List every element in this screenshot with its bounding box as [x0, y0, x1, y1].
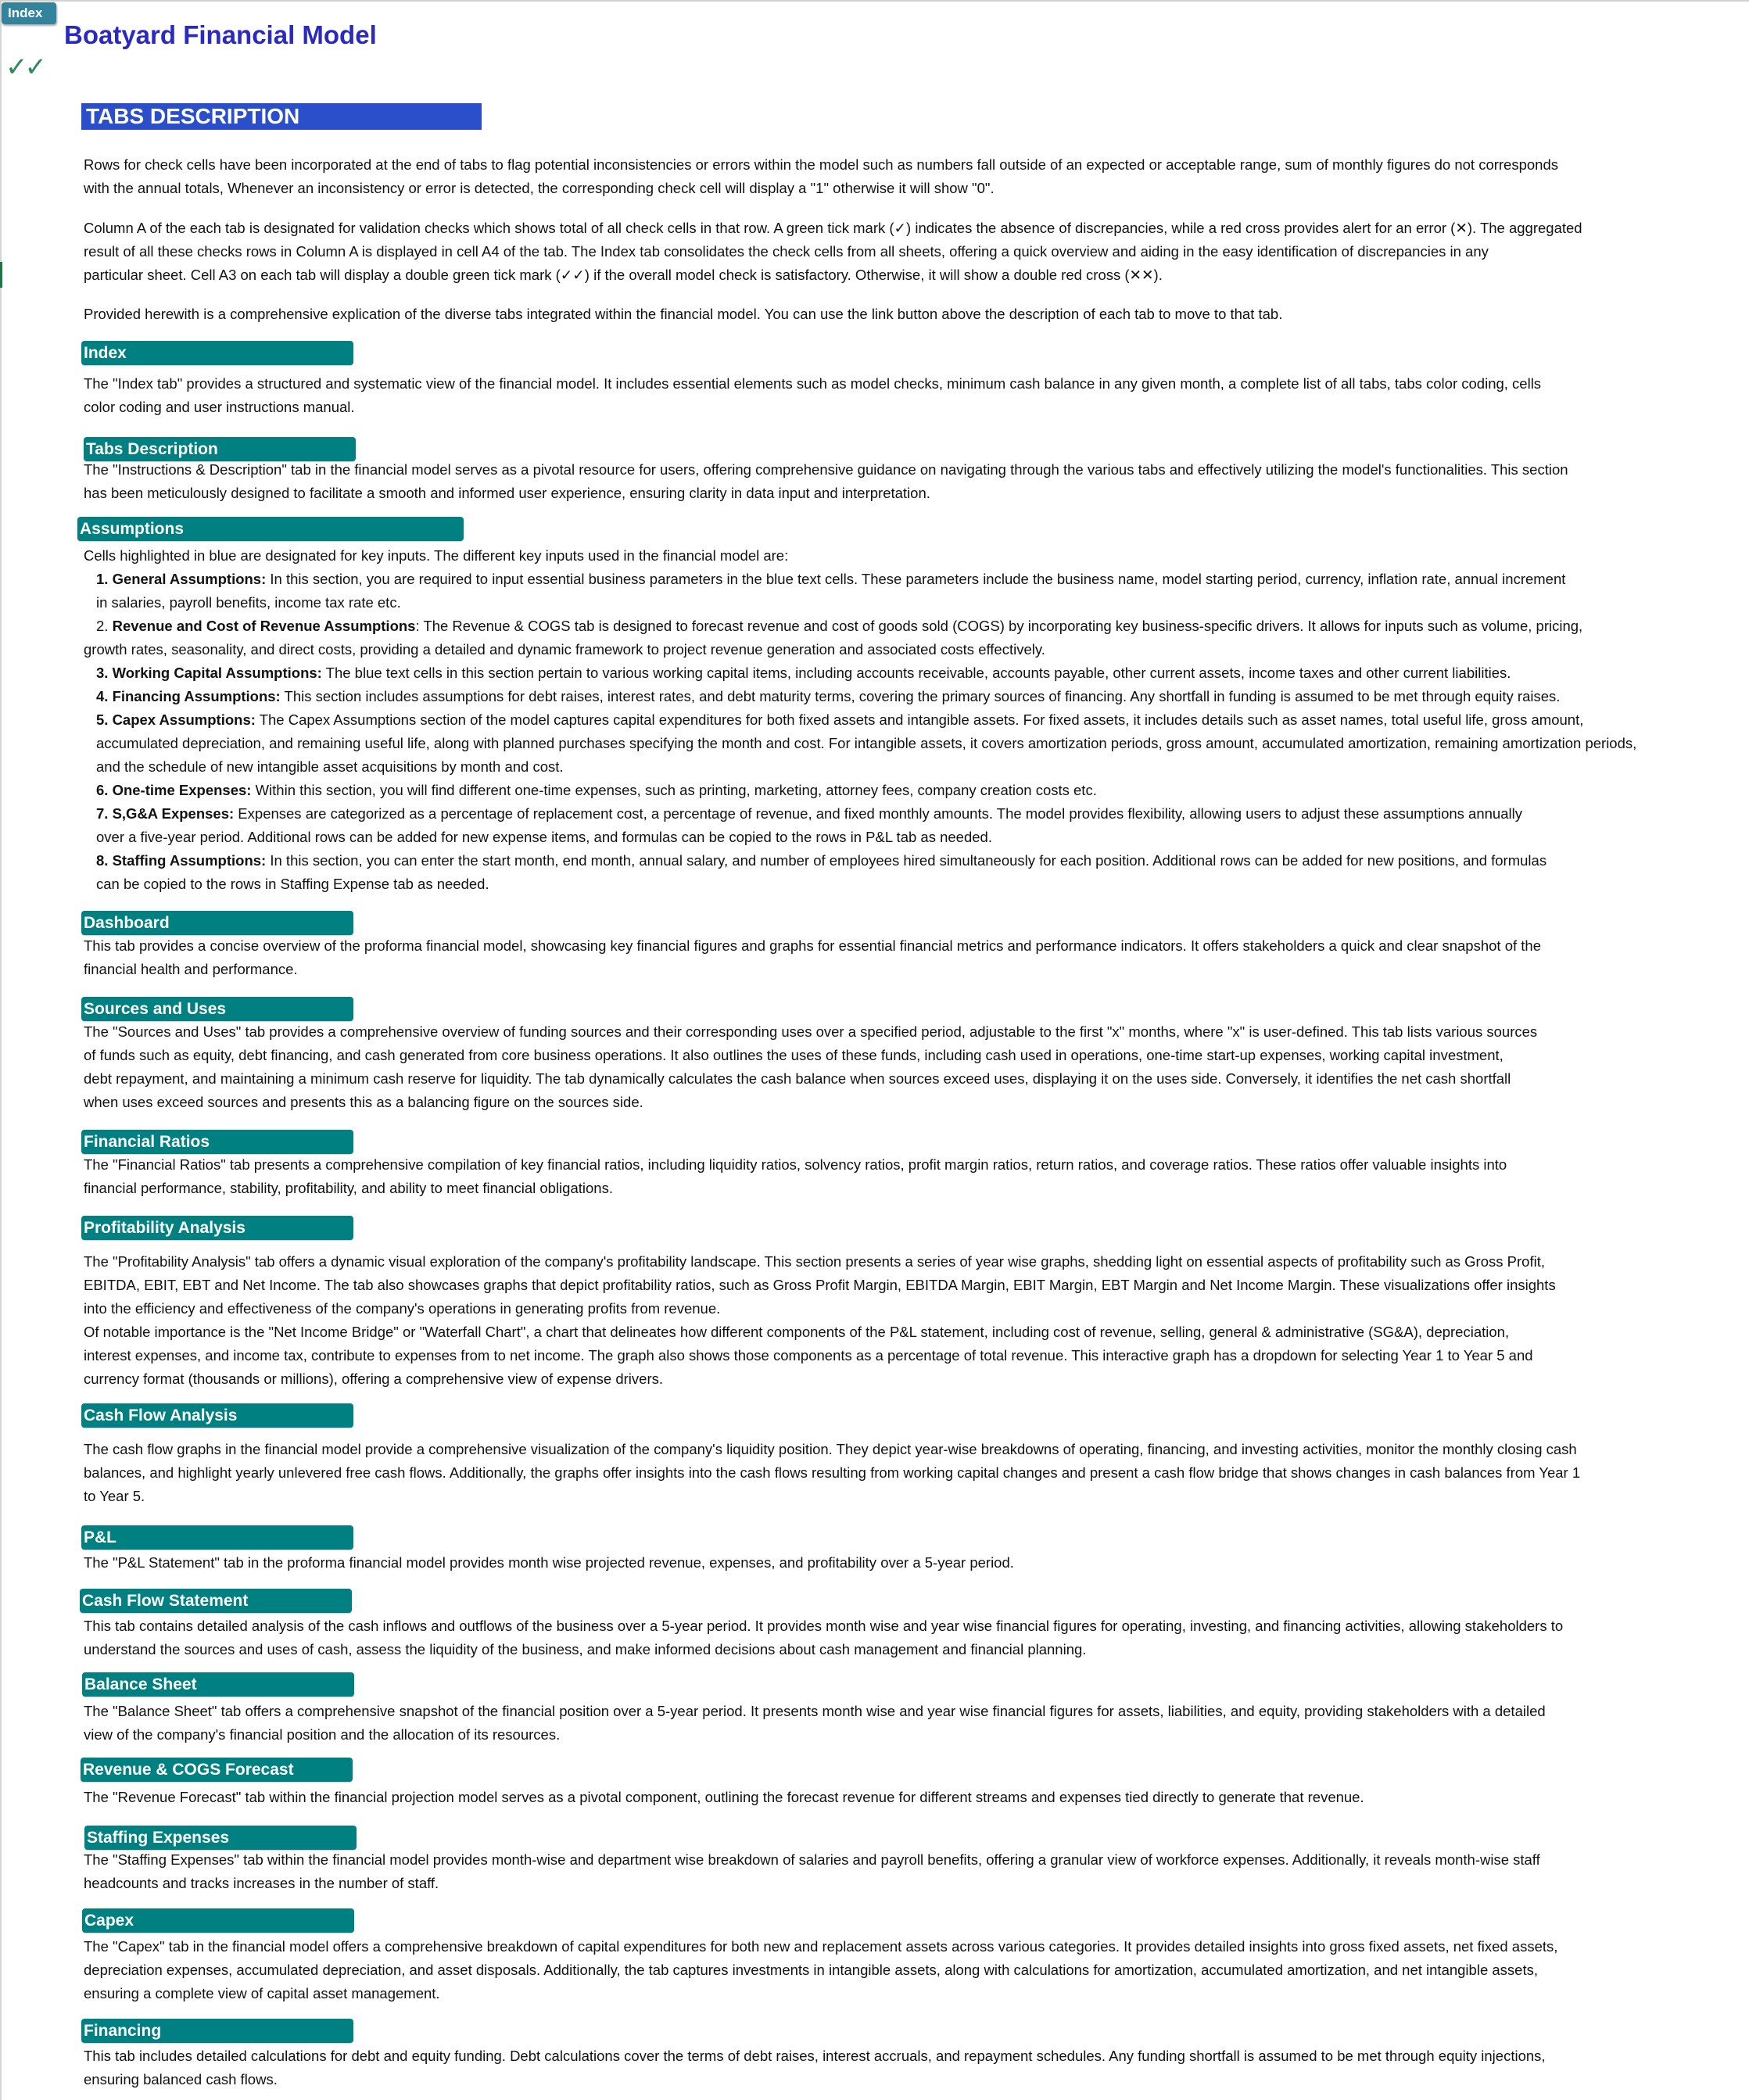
intro-paragraph-tabs-overview: Provided herewith is a comprehensive exp…	[84, 306, 1283, 322]
section-text-balance-sheet: The "Balance Sheet" tab offers a compreh…	[84, 1703, 1546, 1743]
assumptions-intro: Cells highlighted in blue are designated…	[84, 547, 789, 564]
sheet-left-border	[0, 0, 2, 2100]
section-text-revenue-cogs-forecast: The "Revenue Forecast" tab within the fi…	[84, 1789, 1364, 1805]
section-text-financial-ratios: The "Financial Ratios" tab presents a co…	[84, 1156, 1507, 1196]
assumption-item-capex-cont-1: accumulated depreciation, and remaining …	[96, 735, 1637, 751]
section-text-cash-flow-analysis: The cash flow graphs in the financial mo…	[84, 1441, 1581, 1504]
page-title: Boatyard Financial Model	[64, 20, 377, 49]
assumption-item-capex: 5. Capex Assumptions: The Capex Assumpti…	[84, 708, 1745, 732]
assumption-label: 5. Capex Assumptions:	[96, 711, 256, 728]
assumption-item-working-capital: 3. Working Capital Assumptions: The blue…	[84, 661, 1745, 685]
assumption-item-general-cont: in salaries, payroll benefits, income ta…	[96, 594, 401, 611]
section-text-dashboard: This tab provides a concise overview of …	[84, 937, 1541, 977]
section-link-financial-ratios[interactable]: Financial Ratios	[81, 1130, 353, 1154]
assumption-text: Expenses are categorized as a percentage…	[234, 805, 1522, 822]
section-text-pl: The "P&L Statement" tab in the proforma …	[84, 1554, 1014, 1571]
assumptions-list: Cells highlighted in blue are designated…	[84, 544, 1745, 896]
assumption-item-financing: 4. Financing Assumptions: This section i…	[84, 685, 1745, 708]
assumption-item-general: 1. General Assumptions: In this section,…	[84, 568, 1745, 591]
assumption-text: The Capex Assumptions section of the mod…	[255, 711, 1584, 728]
assumption-text: : The Revenue & COGS tab is designed to …	[415, 618, 1583, 634]
section-link-assumptions[interactable]: Assumptions	[77, 517, 464, 541]
section-text-cash-flow-statement: This tab contains detailed analysis of t…	[84, 1618, 1564, 1657]
section-link-pl[interactable]: P&L	[81, 1525, 353, 1550]
section-link-staffing-expenses[interactable]: Staffing Expenses	[84, 1826, 357, 1850]
assumption-label: Revenue and Cost of Revenue Assumptions	[112, 618, 416, 634]
assumption-item-one-time: 6. One-time Expenses: Within this sectio…	[84, 779, 1745, 802]
section-link-cash-flow-analysis[interactable]: Cash Flow Analysis	[81, 1403, 353, 1428]
assumption-text: In this section, you can enter the start…	[266, 852, 1547, 869]
section-link-cash-flow-statement[interactable]: Cash Flow Statement	[80, 1589, 352, 1613]
assumption-item-sga: 7. S,G&A Expenses: Expenses are categori…	[84, 802, 1745, 826]
section-link-index[interactable]: Index	[81, 341, 353, 365]
tabs-description-banner: TABS DESCRIPTION	[81, 103, 482, 130]
section-text-capex: The "Capex" tab in the financial model o…	[84, 1938, 1558, 2001]
assumption-label: 3. Working Capital Assumptions:	[96, 665, 322, 681]
assumption-item-staffing-cont: can be copied to the rows in Staffing Ex…	[96, 876, 489, 892]
assumption-label: 8. Staffing Assumptions:	[96, 852, 267, 869]
intro-paragraph-check-cells: Rows for check cells have been incorpora…	[84, 156, 1558, 196]
index-link-button[interactable]: Index	[2, 2, 56, 24]
section-link-profitability-analysis[interactable]: Profitability Analysis	[81, 1216, 353, 1240]
intro-paragraph-column-a: Column A of the each tab is designated f…	[84, 220, 1582, 283]
assumption-label: 7. S,G&A Expenses:	[96, 805, 235, 822]
section-text-sources-and-uses: The "Sources and Uses" tab provides a co…	[84, 1023, 1538, 1110]
assumption-text: This section includes assumptions for de…	[280, 688, 1561, 704]
assumption-number: 2.	[96, 618, 113, 634]
model-check-double-tick-icon: ✓✓	[5, 52, 47, 82]
section-link-financing[interactable]: Financing	[81, 2019, 353, 2043]
section-text-financing: This tab includes detailed calculations …	[84, 2048, 1546, 2087]
assumption-label: 1. General Assumptions:	[96, 571, 267, 587]
section-text-index: The "Index tab" provides a structured an…	[84, 375, 1542, 415]
assumption-text: In this section, you are required to inp…	[266, 571, 1566, 587]
assumption-text: Within this section, you will find diffe…	[251, 782, 1097, 798]
assumption-item-revenue-cont: growth rates, seasonality, and direct co…	[84, 641, 1045, 658]
section-link-revenue-cogs-forecast[interactable]: Revenue & COGS Forecast	[81, 1758, 353, 1782]
section-link-capex[interactable]: Capex	[82, 1908, 354, 1933]
assumption-text: The blue text cells in this section pert…	[321, 665, 1511, 681]
section-text-tabs-description: The "Instructions & Description" tab in …	[84, 461, 1568, 501]
assumption-label: 4. Financing Assumptions:	[96, 688, 281, 704]
section-text-staffing-expenses: The "Staffing Expenses" tab within the f…	[84, 1851, 1540, 1891]
section-link-balance-sheet[interactable]: Balance Sheet	[82, 1672, 354, 1697]
sheet-top-border	[0, 0, 1749, 2]
active-row-marker	[0, 262, 2, 288]
section-link-sources-and-uses[interactable]: Sources and Uses	[81, 997, 353, 1021]
assumption-item-revenue: 2. Revenue and Cost of Revenue Assumptio…	[84, 615, 1745, 638]
section-link-dashboard[interactable]: Dashboard	[81, 911, 353, 935]
assumption-item-capex-cont-2: and the schedule of new intangible asset…	[96, 758, 564, 775]
assumption-item-staffing: 8. Staffing Assumptions: In this section…	[84, 849, 1745, 873]
section-text-profitability-analysis: The "Profitability Analysis" tab offers …	[84, 1253, 1556, 1387]
assumption-item-sga-cont: over a five-year period. Additional rows…	[96, 829, 992, 845]
assumption-label: 6. One-time Expenses:	[96, 782, 252, 798]
